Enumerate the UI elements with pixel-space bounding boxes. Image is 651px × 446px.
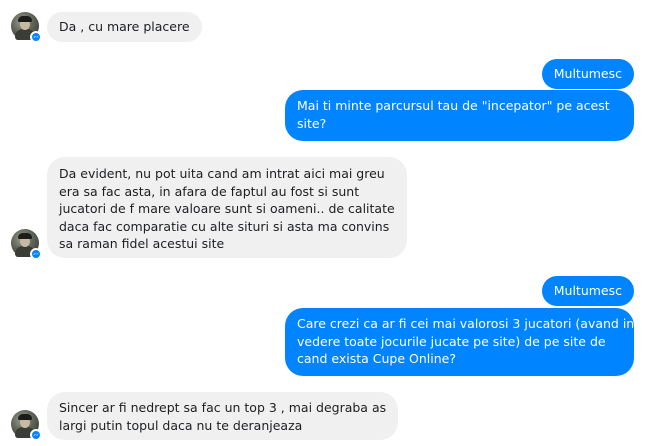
message-bubble-outgoing[interactable]: Multumesc: [541, 276, 634, 306]
message-line: daca fac comparatie cu alte situri si as…: [59, 218, 390, 234]
message-bubble-incoming[interactable]: Da , cu mare placere: [47, 12, 202, 42]
message-line: Mai ti minte parcursul tau de "incepator…: [297, 98, 610, 113]
message-line: jucatori de f mare valoare sunt si oamen…: [59, 201, 395, 216]
message-line: largi putin topul daca nu te deranjeaza: [59, 417, 303, 433]
message-line: Da , cu mare placere: [59, 19, 190, 34]
message-line: Multumesc: [553, 66, 622, 81]
message-line: Da evident, nu pot uita cand am intrat a…: [59, 166, 385, 181]
messenger-badge-icon: [30, 429, 42, 441]
avatar-cap: [18, 16, 32, 22]
messenger-badge-icon: [30, 248, 42, 260]
avatar[interactable]: [11, 229, 42, 260]
avatar[interactable]: [11, 12, 42, 43]
avatar-cap: [18, 414, 32, 420]
avatar-cap: [18, 233, 32, 239]
message-line: site?: [297, 115, 327, 131]
message-line: vedere toate jocurile jucate pe site) de…: [297, 333, 606, 349]
message-bubble-outgoing[interactable]: Multumesc: [541, 59, 634, 89]
message-bubble-incoming[interactable]: Sincer ar fi nedrept sa fac un top 3 , m…: [47, 392, 399, 440]
message-line: era sa fac asta, in afara de faptul au f…: [59, 183, 360, 199]
messenger-badge-icon: [30, 31, 42, 43]
message-line: sa raman fidel acestui site: [59, 236, 225, 251]
message-bubble-outgoing[interactable]: Care crezi ca ar fi cei mai valorosi 3 j…: [285, 308, 634, 376]
message-bubble-incoming[interactable]: Da evident, nu pot uita cand am intrat a…: [47, 157, 407, 258]
message-line: Sincer ar fi nedrept sa fac un top 3 , m…: [59, 400, 387, 415]
avatar[interactable]: [11, 410, 42, 441]
message-line: cand exista Cupe Online?: [297, 351, 456, 366]
message-bubble-outgoing[interactable]: Mai ti minte parcursul tau de "incepator…: [285, 90, 634, 141]
message-line: Multumesc: [553, 283, 622, 298]
message-line: Care crezi ca ar fi cei mai valorosi 3 j…: [297, 316, 635, 331]
